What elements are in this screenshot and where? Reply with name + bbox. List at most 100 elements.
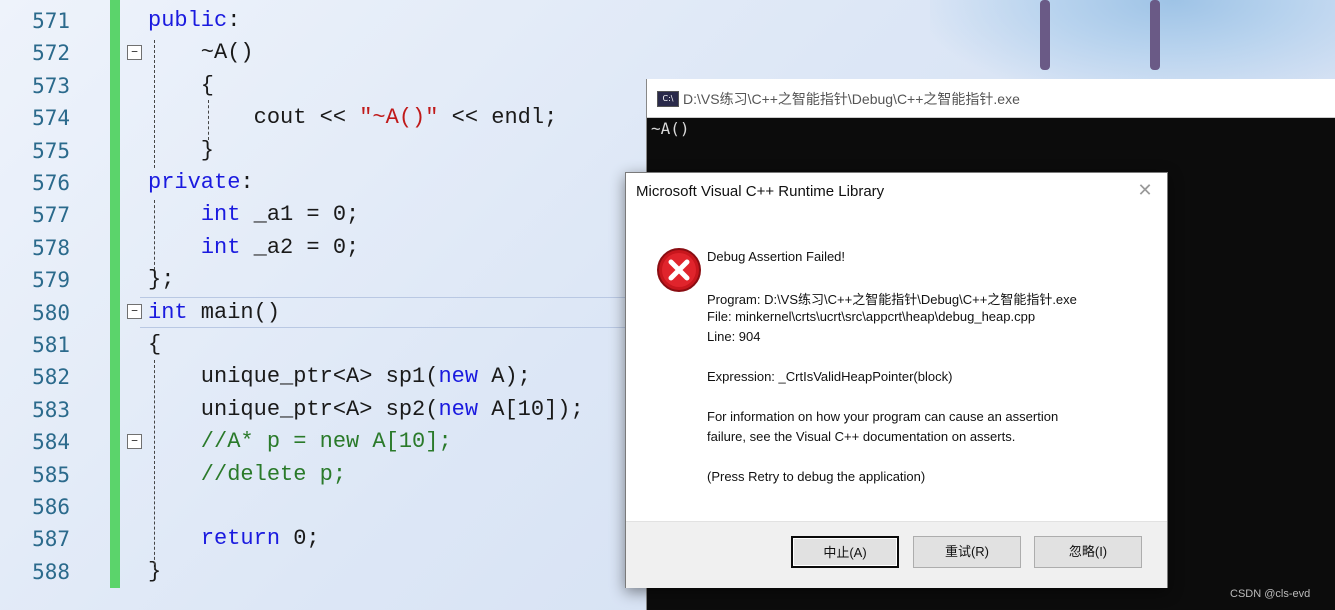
code-text: //delete p; (148, 459, 346, 491)
fold-toggle-icon[interactable]: − (127, 434, 142, 449)
code-line[interactable]: 585 //delete p; (0, 459, 640, 491)
code-text: }; (148, 264, 174, 296)
code-token: : (227, 8, 241, 33)
code-line[interactable]: 572 ~A() (0, 37, 640, 69)
expression-text: Expression: _CrtIsValidHeapPointer(block… (707, 369, 953, 384)
code-line[interactable]: 578 int _a2 = 0; (0, 232, 640, 264)
code-token: A[10]); (478, 396, 584, 422)
code-line[interactable]: 575 } (0, 135, 640, 167)
info-text-2: failure, see the Visual C++ documentatio… (707, 429, 1016, 444)
retry-hint: (Press Retry to debug the application) (707, 469, 926, 484)
line-number: 581 (32, 333, 70, 357)
current-line-top (140, 297, 640, 298)
code-token: new (438, 396, 479, 422)
code-line[interactable]: 581 { (0, 329, 640, 361)
line-number: 585 (32, 462, 70, 487)
console-output: ~A() (651, 119, 690, 138)
code-line[interactable]: 588} (0, 556, 640, 588)
code-token: int (148, 299, 188, 325)
code-line[interactable]: 580 int main() (0, 297, 640, 329)
code-text: { (148, 329, 161, 361)
code-text: unique_ptr<A> sp2(new A[10]); (148, 394, 584, 426)
code-token: //A* p = new A[10]; (148, 429, 452, 455)
code-token: : (240, 170, 254, 195)
line-number: 583 (32, 397, 70, 422)
code-text: int _a2 = 0; (148, 232, 359, 264)
code-line[interactable]: 573 { (0, 70, 640, 102)
code-token: << endl; (438, 105, 558, 131)
code-text: return 0; (148, 523, 320, 555)
retry-button[interactable]: 重试(R) (913, 536, 1021, 568)
line-number: 588 (32, 559, 70, 584)
abort-button[interactable]: 中止(A) (791, 536, 899, 568)
code-text: } (148, 135, 214, 167)
line-number: 577 (32, 203, 70, 228)
current-line-bottom (140, 327, 640, 328)
line-number: 572 (32, 41, 70, 66)
code-token: unique_ptr<A> sp2( (148, 396, 439, 422)
code-line[interactable]: 579}; (0, 264, 640, 296)
fold-toggle-icon[interactable]: − (127, 304, 142, 319)
code-line[interactable]: 586 (0, 491, 640, 523)
code-text: { (148, 70, 214, 102)
code-line[interactable]: 571 public: (0, 5, 640, 37)
line-number: 576 (32, 171, 70, 195)
line-number: 580 (32, 300, 70, 325)
ignore-button[interactable]: 忽略(I) (1034, 536, 1142, 568)
code-token: public (148, 8, 228, 33)
close-icon[interactable]: ✕ (1135, 181, 1155, 201)
line-number: 579 (32, 268, 70, 293)
code-token: } (148, 137, 215, 163)
code-text: unique_ptr<A> sp1(new A); (148, 361, 531, 393)
file-path: File: minkernel\crts\ucrt\src\appcrt\hea… (707, 309, 1036, 324)
code-token: return (200, 526, 281, 552)
info-text-1: For information on how your program can … (707, 409, 1059, 424)
code-line[interactable]: 584 //A* p = new A[10]; (0, 426, 640, 458)
code-token: _a2 = 0; (240, 234, 360, 260)
code-token: "~A()" (359, 105, 439, 131)
code-line[interactable]: 576 private: (0, 167, 640, 199)
console-title-bar[interactable]: C:\ D:\VS练习\C++之智能指针\Debug\C++之智能指针.exe (647, 79, 1335, 118)
line-number: 571 (32, 9, 70, 33)
code-token: cout << (148, 105, 360, 131)
code-token: main() (187, 299, 281, 325)
dialog-title: Microsoft Visual C++ Runtime Library (636, 183, 885, 200)
code-line[interactable]: 587 return 0; (0, 523, 640, 555)
code-text: private: (148, 167, 254, 199)
console-app-icon: C:\ (657, 91, 679, 107)
fold-toggle-icon[interactable]: − (127, 45, 142, 60)
line-number: 582 (32, 365, 70, 390)
line-number: 575 (32, 138, 70, 163)
assertion-heading: Debug Assertion Failed! (707, 249, 846, 264)
line-number: 587 (32, 527, 70, 552)
code-token: int (200, 202, 241, 228)
code-line[interactable]: 577 int _a1 = 0; (0, 199, 640, 231)
error-icon (657, 248, 701, 292)
indent-guide (208, 100, 209, 140)
code-text: int main() (148, 297, 280, 329)
runtime-error-dialog[interactable]: Microsoft Visual C++ Runtime Library ✕ D… (625, 172, 1168, 588)
code-token: _a1 = 0; (240, 202, 360, 228)
code-line[interactable]: 583 unique_ptr<A> sp2(new A[10]); (0, 394, 640, 426)
code-text: ~A() (148, 37, 254, 69)
code-token: }; (148, 267, 175, 293)
line-number: 573 (32, 73, 70, 98)
code-text: //A* p = new A[10]; (148, 426, 452, 458)
code-line[interactable]: 582 unique_ptr<A> sp1(new A); (0, 361, 640, 393)
indent-guide (154, 200, 155, 270)
code-line[interactable]: 574 cout << "~A()" << endl; (0, 102, 640, 134)
indent-guide (154, 360, 155, 570)
line-number: 574 (32, 106, 70, 131)
code-token: ~A() (148, 40, 254, 66)
line-number: 586 (32, 495, 70, 519)
line-number: 584 (32, 430, 70, 455)
code-token: new (438, 364, 479, 390)
code-text: public: (148, 5, 240, 37)
code-token: int (200, 234, 241, 260)
code-token: { (148, 72, 215, 98)
code-token: { (148, 332, 162, 357)
code-token: A); (478, 364, 531, 390)
code-token: unique_ptr<A> sp1( (148, 364, 439, 390)
